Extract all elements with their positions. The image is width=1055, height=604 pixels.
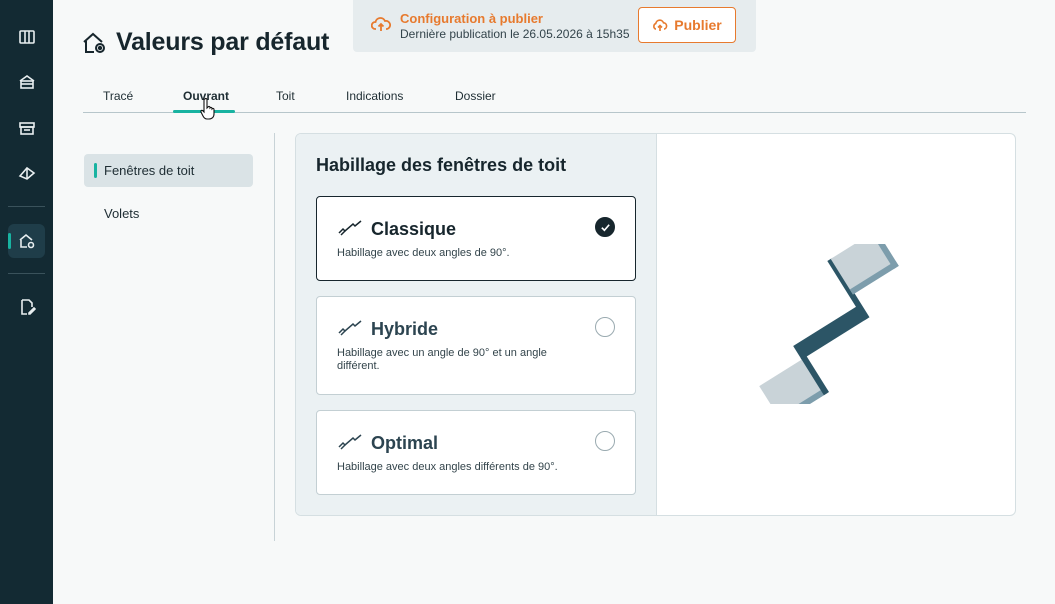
publish-title: Configuration à publier	[400, 11, 543, 26]
publish-last-date: Dernière publication le 26.05.2026 à 15h…	[400, 27, 630, 41]
option-description: Habillage avec deux angles de 90°.	[337, 247, 510, 259]
checkmark-icon	[600, 223, 610, 231]
subnav: Fenêtres de toit Volets	[84, 154, 253, 230]
flashing-classic-icon	[338, 220, 362, 236]
subnav-divider	[274, 133, 275, 541]
flashing-illustration	[759, 244, 899, 404]
page-title-text: Valeurs par défaut	[116, 28, 330, 56]
publish-button-label: Publier	[674, 17, 722, 33]
publish-button[interactable]: Publier	[638, 7, 736, 43]
rail-divider	[8, 206, 45, 207]
radio-unchecked[interactable]	[595, 317, 615, 337]
options-panel: Habillage des fenêtres de toit Classique…	[295, 133, 1016, 516]
subnav-item-volets[interactable]: Volets	[84, 197, 253, 230]
cloud-upload-icon	[653, 19, 668, 31]
subnav-item-fenetres-de-toit[interactable]: Fenêtres de toit	[84, 154, 253, 187]
options-column: Habillage des fenêtres de toit Classique…	[296, 134, 657, 515]
publish-banner: Configuration à publier Dernière publica…	[353, 0, 756, 52]
tab-dossier[interactable]: Dossier	[455, 89, 496, 113]
option-name: Classique	[371, 219, 457, 239]
tab-indications[interactable]: Indications	[346, 89, 403, 113]
option-description: Habillage avec deux angles différents de…	[337, 461, 558, 473]
flashing-hybrid-icon	[338, 320, 362, 336]
store-icon[interactable]	[8, 111, 45, 145]
plan-icon[interactable]	[8, 20, 45, 54]
house-settings-icon	[83, 32, 105, 53]
cloud-upload-icon	[371, 17, 391, 31]
option-card-optimal[interactable]: Optimal Habillage avec deux angles diffé…	[316, 410, 636, 495]
panel-title: Habillage des fenêtres de toit	[316, 155, 567, 175]
option-name: Hybride	[371, 319, 439, 339]
tab-bar: Tracé Ouvrant Toit Indications Dossier	[83, 84, 1026, 113]
option-name: Optimal	[371, 433, 439, 453]
subnav-item-label: Volets	[104, 206, 140, 221]
radio-unchecked[interactable]	[595, 431, 615, 451]
tab-trace[interactable]: Tracé	[103, 89, 133, 113]
option-card-hybride[interactable]: Hybride Habillage avec un angle de 90° e…	[316, 296, 636, 395]
tab-toit[interactable]: Toit	[276, 89, 295, 113]
option-description: Habillage avec un angle de 90° et un ang…	[337, 347, 547, 372]
document-edit-icon[interactable]	[8, 290, 45, 324]
page-title: Valeurs par défaut	[82, 28, 329, 57]
house-icon[interactable]	[8, 65, 45, 99]
subnav-item-label: Fenêtres de toit	[104, 163, 195, 178]
roof-icon[interactable]	[8, 156, 45, 190]
app-sidebar	[0, 0, 53, 604]
hand-cursor-icon	[200, 97, 215, 120]
option-card-classique[interactable]: Classique Habillage avec deux angles de …	[316, 196, 636, 281]
rail-divider	[8, 273, 45, 274]
house-settings-icon[interactable]	[8, 224, 45, 258]
radio-checked[interactable]	[595, 217, 615, 237]
flashing-optimal-icon	[338, 434, 362, 450]
